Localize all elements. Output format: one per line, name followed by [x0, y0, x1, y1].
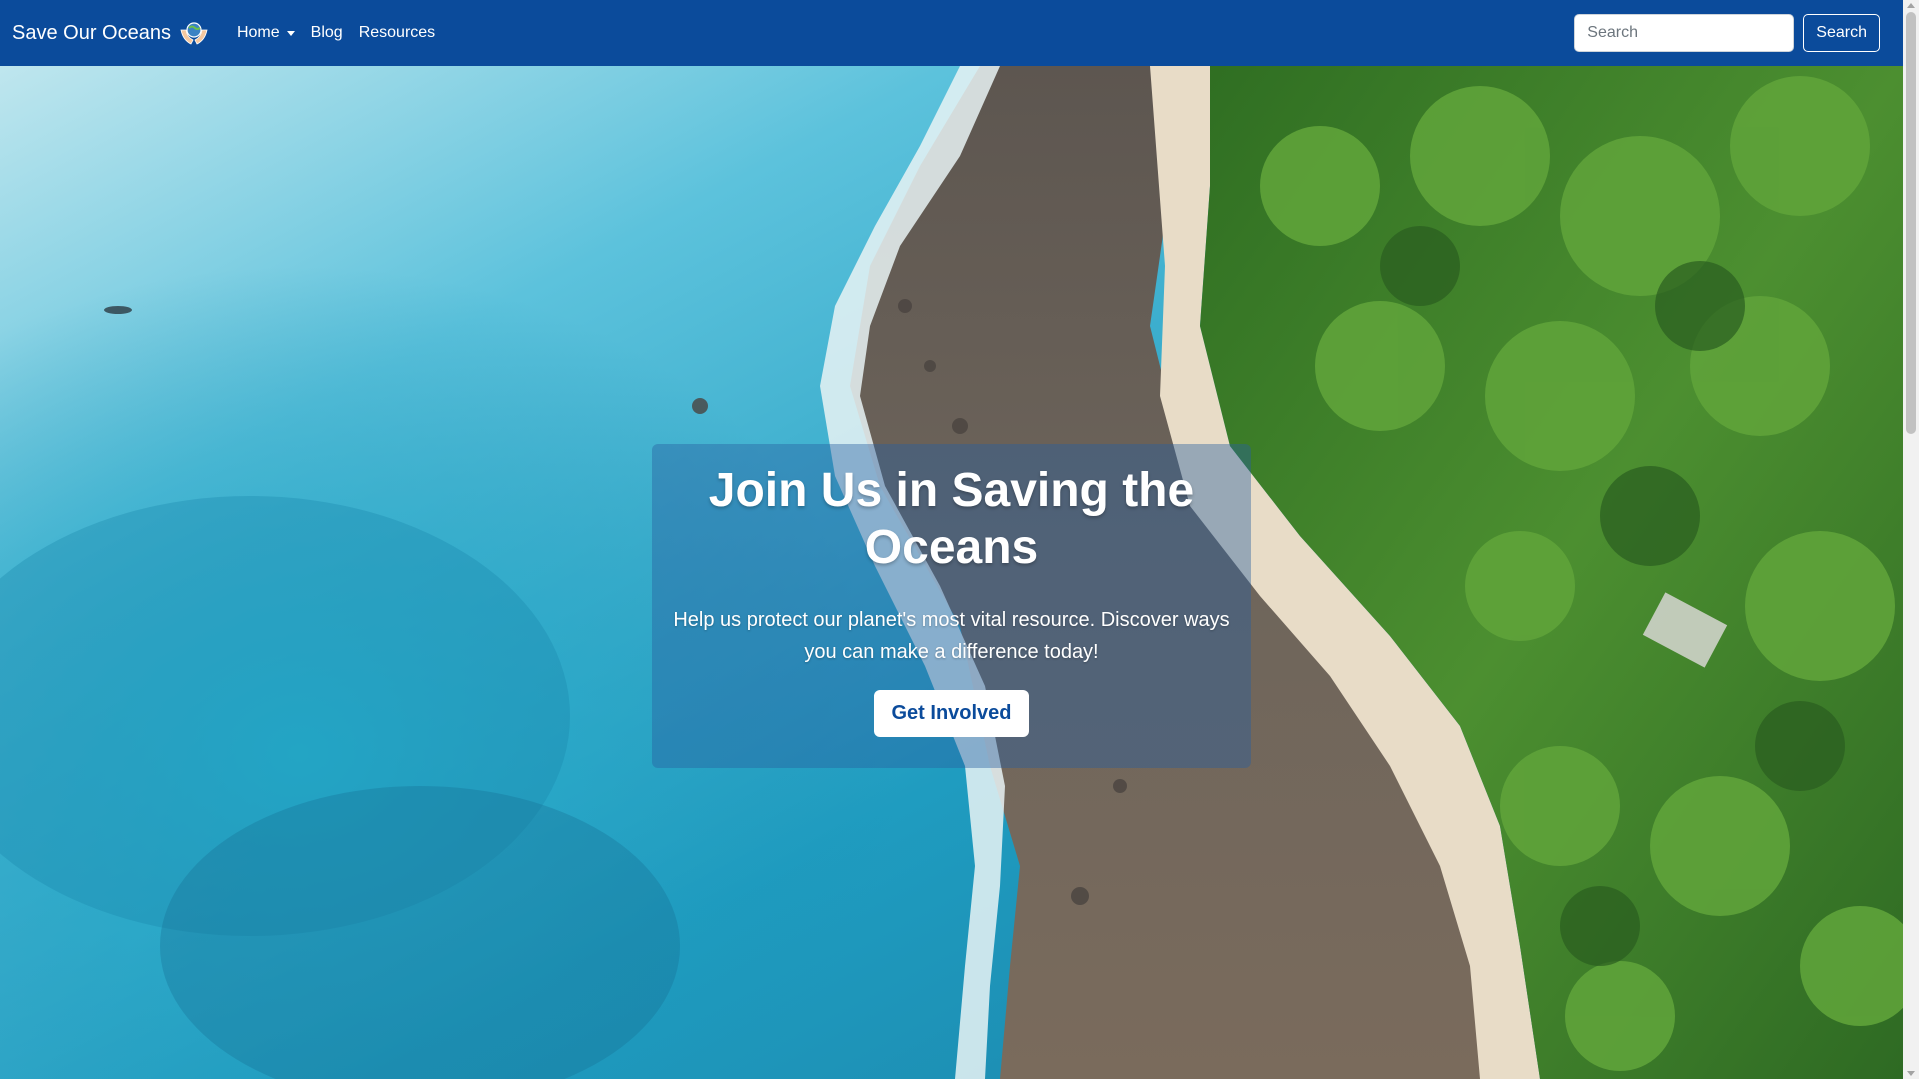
search-input[interactable] [1574, 14, 1795, 52]
nav-link-home[interactable]: Home [237, 24, 295, 42]
chevron-down-icon [286, 30, 295, 36]
search-form: Search [1574, 14, 1880, 52]
get-involved-button[interactable]: Get Involved [874, 690, 1029, 737]
page: Save Our Oceans Home Blog Resources Sear… [0, 0, 1919, 1079]
nav-link-blog[interactable]: Blog [311, 24, 343, 42]
hero-subtitle: Help us protect our planet's most vital … [673, 609, 1230, 663]
scroll-up-icon[interactable] [1907, 3, 1915, 8]
scrollbar-thumb[interactable] [1906, 12, 1916, 434]
nav-link-home-label: Home [236, 24, 280, 41]
nav-link-resources[interactable]: Resources [359, 24, 435, 42]
hands-holding-globe-icon [177, 16, 211, 50]
scroll-down-icon[interactable] [1907, 1071, 1915, 1076]
brand-name: Save Our Oceans [12, 21, 171, 44]
hero-card: Join Us in Saving the Oceans Help us pro… [652, 444, 1251, 768]
top-navbar: Save Our Oceans Home Blog Resources Sear… [0, 0, 1903, 66]
hero-title: Join Us in Saving the Oceans [708, 464, 1195, 574]
vertical-scrollbar[interactable] [1903, 0, 1919, 1079]
brand-link[interactable]: Save Our Oceans [12, 16, 211, 50]
search-button[interactable]: Search [1803, 14, 1880, 52]
nav-links: Home Blog Resources [229, 24, 443, 42]
